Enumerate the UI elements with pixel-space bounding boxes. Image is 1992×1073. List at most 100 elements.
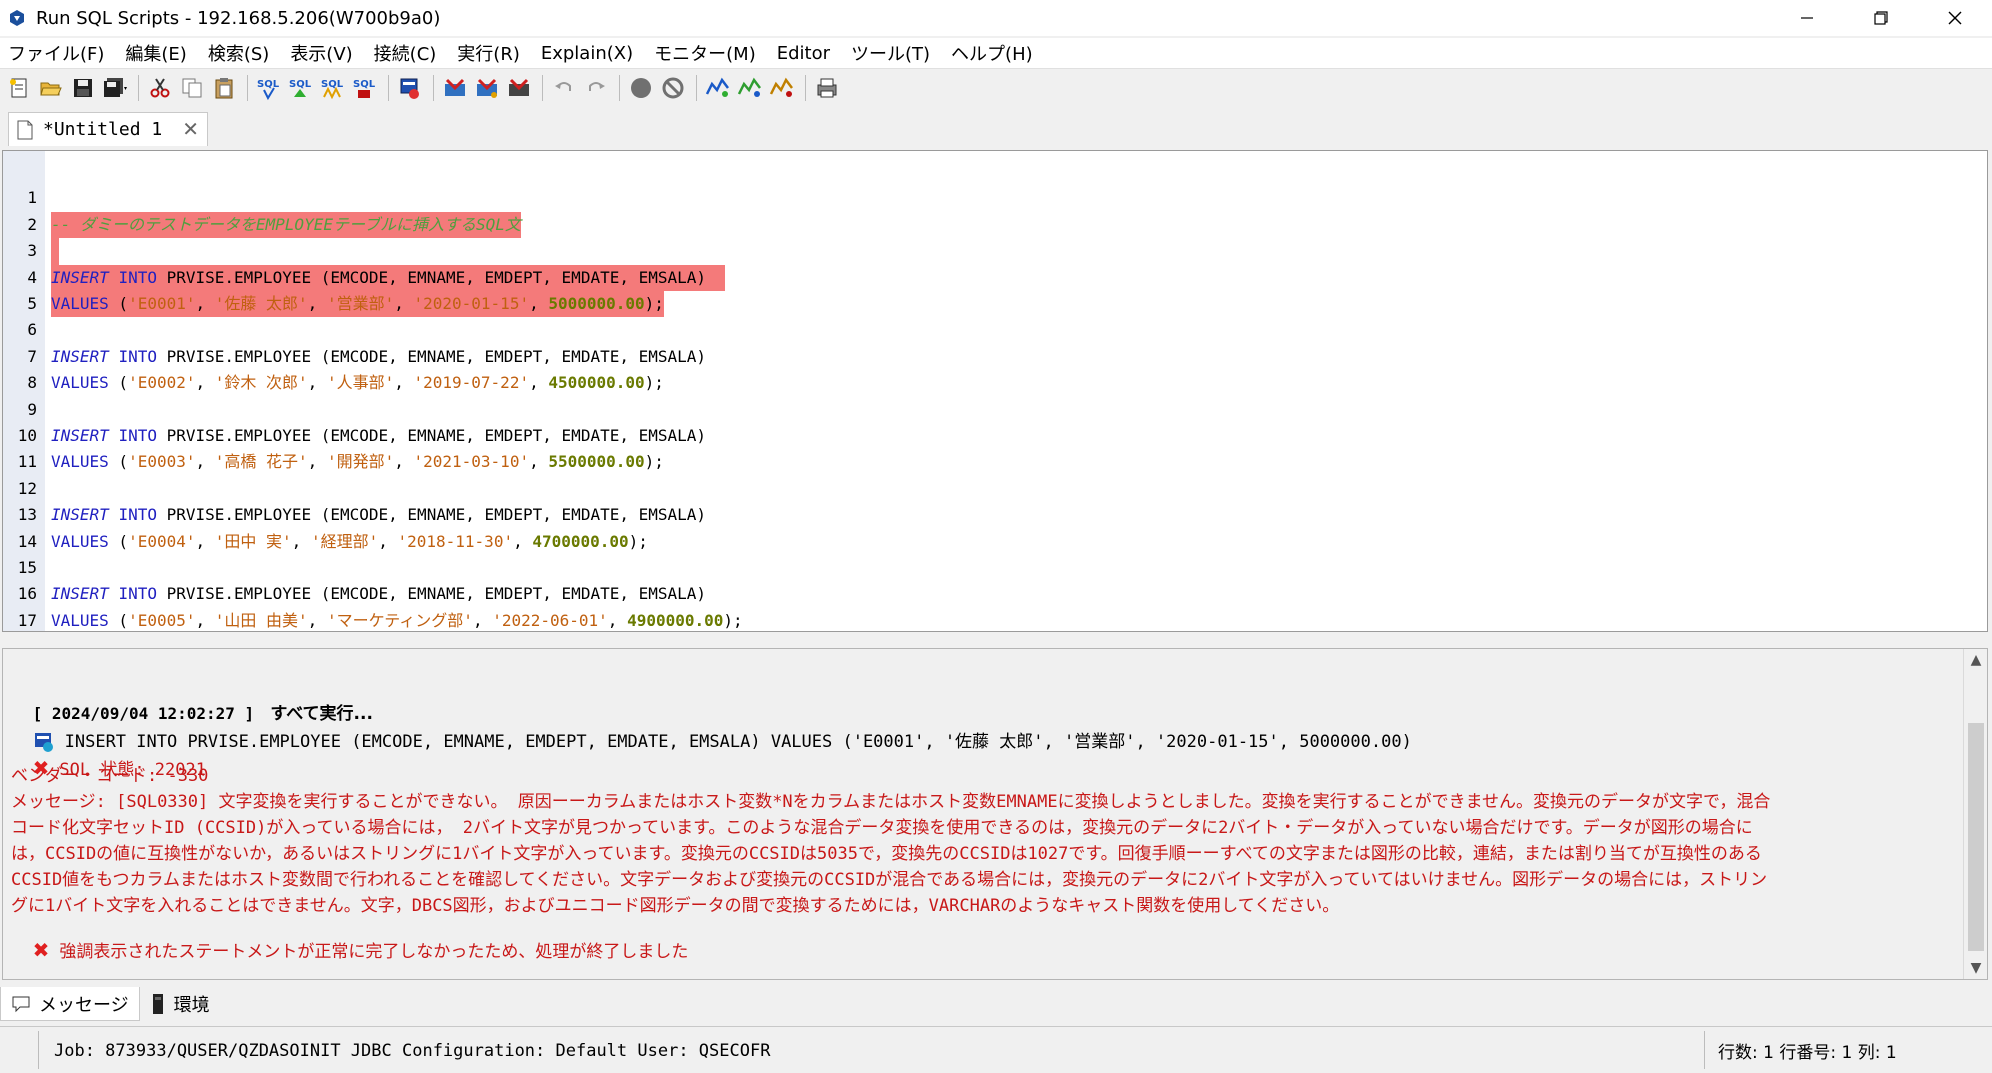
menu-file[interactable]: ファイル(F) [8, 40, 104, 66]
status-job-info: Job: 873933/QUSER/QZDASOINIT JDBC Config… [54, 1040, 771, 1061]
menu-help[interactable]: ヘルプ(H) [951, 40, 1033, 66]
code-line: 8 [27, 373, 37, 393]
visual-explain-button[interactable] [504, 73, 534, 103]
speech-bubble-icon [12, 996, 30, 1012]
code-line: 12 INSERT INTO PRVISE.EMPLOYEE (EMCODE, … [17, 478, 707, 525]
scissors-icon [150, 77, 170, 97]
tab-environment[interactable]: 環境 [140, 987, 220, 1021]
menu-edit[interactable]: 編集(E) [125, 40, 186, 66]
code-line: 10 VALUES ('E0003', '高橋 花子', '開発部', '202… [17, 426, 664, 472]
tab-messages[interactable]: メッセージ [0, 987, 140, 1021]
error-icon: ✖ [32, 938, 50, 962]
menu-connection[interactable]: 接続(C) [374, 40, 437, 66]
scroll-up-icon[interactable]: ▲ [1964, 649, 1987, 671]
close-button[interactable] [1918, 0, 1992, 36]
svg-text:SQL: SQL [353, 79, 376, 90]
toolbar-separator [805, 74, 806, 101]
open-button[interactable] [36, 73, 66, 103]
explain-icon [445, 78, 465, 96]
menu-monitor[interactable]: モニター(M) [654, 40, 756, 66]
tab-close-icon[interactable]: ✕ [182, 117, 199, 141]
sql-run-cursor-icon: SQL [289, 79, 312, 97]
monitor-button[interactable] [703, 73, 733, 103]
copy-button[interactable] [177, 73, 207, 103]
code-line: 6 INSERT INTO PRVISE.EMPLOYEE (EMCODE, E… [27, 320, 707, 366]
code-line: 15 INSERT INTO PRVISE.EMPLOYEE (EMCODE, … [17, 558, 707, 604]
performance-button[interactable] [735, 73, 765, 103]
stop-icon [631, 77, 651, 98]
toolbar-separator [247, 74, 248, 101]
new-file-icon [10, 78, 27, 97]
menu-editor[interactable]: Editor [777, 43, 830, 64]
undo-button[interactable] [549, 73, 579, 103]
analysis-button[interactable] [767, 73, 797, 103]
tab-label: *Untitled 1 [43, 119, 163, 140]
save-icon [74, 78, 92, 97]
paste-icon [215, 77, 233, 98]
database-connect-icon [400, 78, 419, 99]
status-separator [1704, 1031, 1705, 1069]
code-line: 9 INSERT INTO PRVISE.EMPLOYEE (EMCODE, E… [27, 399, 707, 445]
svg-text:SQL: SQL [257, 79, 280, 90]
sql-editor[interactable]: 1 -- ダミーのテストデータをEMPLOYEEテーブルに挿入するSQL文 2 … [2, 150, 1988, 632]
code-line: 4 VALUES ('E0001', '佐藤 太郎', '営業部', '2020… [3, 238, 1987, 318]
stop-button[interactable] [626, 73, 656, 103]
bottom-tab-bar: メッセージ 環境 [0, 986, 1992, 1022]
run-explain-icon [477, 78, 497, 98]
toolbar-separator [138, 74, 139, 101]
undo-icon [555, 81, 571, 91]
code-line: 5 [27, 294, 37, 313]
svg-text:SQL: SQL [289, 79, 312, 90]
tab-untitled-1[interactable]: *Untitled 1 ✕ [8, 112, 208, 146]
toolbar-separator [542, 74, 543, 101]
connection-button[interactable] [395, 73, 425, 103]
restore-icon [1874, 11, 1888, 25]
run-explain-button[interactable] [472, 73, 502, 103]
cancel-request-button[interactable] [658, 73, 688, 103]
message-line: グに1バイト文字を入れることはできません。文字，DBCS図形，およびユニコード図… [11, 896, 1340, 916]
print-button[interactable] [812, 73, 842, 103]
message-scrollbar[interactable]: ▲ ▼ [1963, 649, 1987, 979]
message-line: CCSID値をもつカラムまたはホスト変数間で行われることを確認してください。文字… [11, 870, 1768, 890]
scroll-thumb[interactable] [1968, 723, 1984, 951]
close-icon [1948, 11, 1962, 25]
save-all-button[interactable] [100, 73, 130, 103]
document-icon [17, 120, 33, 139]
toolbar-separator [619, 74, 620, 101]
run-selected-button[interactable]: SQL [350, 73, 380, 103]
toolbar-separator [696, 74, 697, 101]
status-bar: Job: 873933/QUSER/QZDASOINIT JDBC Config… [0, 1026, 1992, 1073]
minimize-button[interactable] [1770, 0, 1844, 36]
code-line: 7 VALUES ('E0002', '鈴木 次郎', '人事部', '2019… [27, 346, 664, 393]
restore-button[interactable] [1844, 0, 1918, 36]
code-line: 11 [17, 452, 37, 472]
explain-button[interactable] [440, 73, 470, 103]
cancel-icon [662, 77, 684, 98]
code-line: 1 -- ダミーのテストデータをEMPLOYEEテーブルに挿入するSQL文 [3, 159, 1987, 239]
run-all-button[interactable]: SQL [318, 73, 348, 103]
scroll-down-icon[interactable]: ▼ [1964, 957, 1987, 979]
code-line: 2 [3, 185, 1987, 265]
vendor-code-line: ベンダー・コード: -330 [11, 766, 209, 786]
run-from-cursor-button[interactable]: SQL [286, 73, 316, 103]
message-pane[interactable]: [ 2024/09/04 12:02:27 ] すべて実行... INSERT … [2, 648, 1988, 980]
code-line: 17 [17, 610, 37, 630]
visual-explain-icon [509, 78, 529, 96]
menu-explain[interactable]: Explain(X) [541, 43, 633, 64]
save-button[interactable] [68, 73, 98, 103]
new-button[interactable] [4, 73, 34, 103]
window-title: Run SQL Scripts - 192.168.5.206(W700b9a0… [36, 7, 441, 29]
paste-button[interactable] [209, 73, 239, 103]
menu-tools[interactable]: ツール(T) [851, 40, 930, 66]
menu-view[interactable]: 表示(V) [290, 40, 352, 66]
run-sql-button[interactable]: SQL [254, 73, 284, 103]
statement-text: INSERT INTO PRVISE.EMPLOYEE (EMCODE, EMN… [64, 732, 1412, 752]
chart-monitor-icon [705, 77, 729, 97]
menu-search[interactable]: 検索(S) [208, 40, 269, 66]
message-line: コード化文字セットID (CCSID)が入っている場合には， 2バイト文字が見つ… [11, 818, 1753, 838]
cut-button[interactable] [145, 73, 175, 103]
menu-run[interactable]: 実行(R) [457, 40, 520, 66]
app-icon [10, 10, 24, 26]
redo-button[interactable] [581, 73, 611, 103]
status-separator [38, 1031, 39, 1069]
